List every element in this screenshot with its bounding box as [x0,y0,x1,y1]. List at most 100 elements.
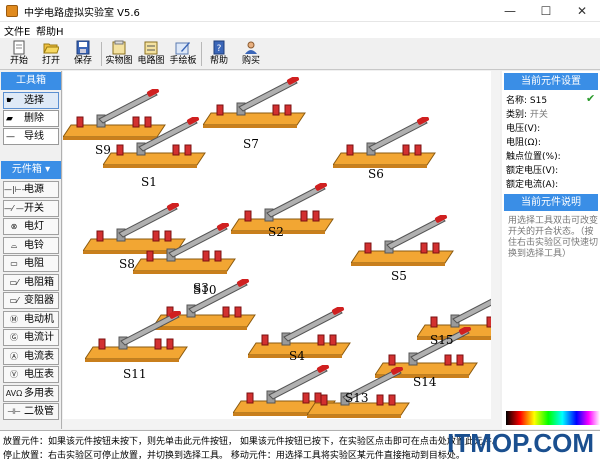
hand-icon: ☛ [6,96,15,106]
title-bar: 中学电路虚拟实验室 V5.6 — ☐ ✕ [0,0,600,22]
component-label: 电流计 [24,332,54,343]
type-value: 开关 [529,110,548,120]
resistance-label[interactable]: 电阻(Ω): [506,135,541,148]
knife-switch[interactable] [102,115,213,169]
select-tool-button[interactable]: ☛ 选择 [3,92,59,109]
switch-label: S6 [368,167,384,181]
component-button[interactable]: ⌓ 电铃 [3,236,59,254]
name-label: 名称: [506,96,528,106]
check-icon[interactable]: ✔ [586,92,595,105]
maximize-button[interactable]: ☐ [528,0,564,22]
component-symbol-icon: Ⓜ [10,314,18,324]
component-box-title: 元件箱 [11,164,42,175]
component-button[interactable]: ⊗ 电灯 [3,218,59,235]
collapse-arrow-icon[interactable]: ▾ [45,164,50,175]
wire-tool-button[interactable]: — 导线 [3,128,59,145]
switch-label: S9 [95,143,111,157]
component-label: 变阻器 [24,295,54,306]
watermark-logo: ITMOP.COM [447,428,594,458]
component-symbol-icon: Ⓥ [10,370,18,379]
component-button[interactable]: —⁄ —开关 [3,199,59,217]
sketch-board-label: 手绘板 [169,56,197,66]
switch-label: S1 [141,175,157,189]
switch-label: S14 [413,375,437,389]
component-symbol-icon: ⊣⊢ [7,407,21,416]
knife-switch[interactable] [332,115,443,169]
switch-label: S10 [193,283,217,297]
knife-switch-icon [102,115,206,168]
save-button[interactable]: 保存 [68,39,98,69]
component-symbol-icon: Ⓖ [10,333,18,342]
circuit-view-icon [144,41,158,55]
component-box-header: 元件箱 ▾ [1,161,61,179]
buy-button[interactable]: 购买 [236,39,266,69]
status-line-stop: 停止放置：右击实验区可停止放置，并切换到选择工具。 移动元件：用选择工具将实验区… [3,451,465,461]
component-button[interactable]: AVΩ 多用表 [3,384,59,402]
component-button[interactable]: Ⓖ 电流计 [3,329,59,346]
component-button[interactable]: ▭⁄ 变阻器 [3,292,59,309]
knife-switch-icon [84,309,188,362]
component-button[interactable]: Ⓐ 电流表 [3,347,59,365]
knife-switch[interactable] [202,75,313,129]
type-property: 类别: 开关 [506,107,548,120]
delete-tool-button[interactable]: ▰ 删除 [3,110,59,127]
description-header: 当前元件说明 [504,194,598,211]
component-button[interactable]: —|⊢—电源 [3,181,59,198]
settings-header: 当前元件设置 [504,73,598,90]
component-label: 二极管 [24,406,54,417]
select-tool-label: 选择 [24,95,44,106]
status-line-place: 放置元件：如果该元件按钮未按下，则先单击此元件按钮， 如果该元件按钮已按下，在实… [3,437,501,447]
component-label: 电动机 [24,313,54,325]
color-palette[interactable] [506,411,600,425]
component-button[interactable]: ▭ 电阻 [3,255,59,272]
component-button[interactable]: Ⓜ 电动机 [3,310,59,328]
component-button[interactable]: ▭⁄ 电阻箱 [3,273,59,291]
knife-switch[interactable] [132,221,243,275]
component-label: 电铃 [24,239,44,251]
circuit-view-label: 电路图 [137,56,165,66]
component-symbol-icon: ⊗ [10,222,18,231]
wire-tool-label: 导线 [24,131,44,142]
component-button[interactable]: Ⓥ 电压表 [3,366,59,383]
help-book-icon: ? [213,40,225,55]
knife-switch[interactable] [230,181,341,235]
toolbar-separator [201,42,202,66]
experiment-canvas[interactable]: S9S7S1S6S8S2S5S4S11S15S14S12S13S3S10 [63,71,500,429]
horizontal-scrollbar[interactable] [63,419,491,429]
menu-file[interactable]: 文件E [4,23,30,38]
open-folder-icon [43,43,59,54]
name-value[interactable]: S15 [530,96,547,106]
save-disk-icon [76,40,90,55]
component-label: 电源 [24,184,44,195]
sketch-board-button[interactable]: 手绘板 [168,39,198,69]
vertical-scrollbar[interactable] [491,71,500,429]
start-button[interactable]: 开始 [4,39,34,69]
component-label: 电灯 [24,221,44,232]
component-symbol-icon: ▭⁄ [9,296,19,305]
switch-label: S8 [119,257,135,271]
help-button[interactable]: ? 帮助 [204,39,234,69]
knife-switch-icon [132,221,236,274]
rated-current-label[interactable]: 额定电流(A): [506,177,558,190]
physical-view-button[interactable]: 实物图 [104,39,134,69]
open-button[interactable]: 打开 [36,39,66,69]
knife-switch[interactable] [84,309,195,363]
switch-label: S2 [268,225,284,239]
knife-switch[interactable] [350,213,461,267]
knife-switch-icon [350,213,454,266]
switch-label: S4 [289,349,305,363]
close-button[interactable]: ✕ [564,0,600,22]
voltage-label[interactable]: 电压(V): [506,121,540,134]
component-button[interactable]: ⊣⊢ 二极管 [3,403,59,420]
minimize-button[interactable]: — [492,0,528,22]
rated-voltage-label[interactable]: 额定电压(V): [506,163,558,176]
switch-label: S7 [243,137,259,151]
contact-position-label[interactable]: 触点位置(%): [506,149,561,162]
component-symbol-icon: —|⊢— [4,185,30,194]
component-symbol-icon: ▭ [10,259,18,268]
component-symbol-icon: AVΩ [5,388,23,398]
menu-help[interactable]: 帮助H [36,23,64,38]
component-symbol-icon: ⌓ [10,240,18,250]
circuit-view-button[interactable]: 电路图 [136,39,166,69]
component-label: 电流表 [24,350,54,362]
